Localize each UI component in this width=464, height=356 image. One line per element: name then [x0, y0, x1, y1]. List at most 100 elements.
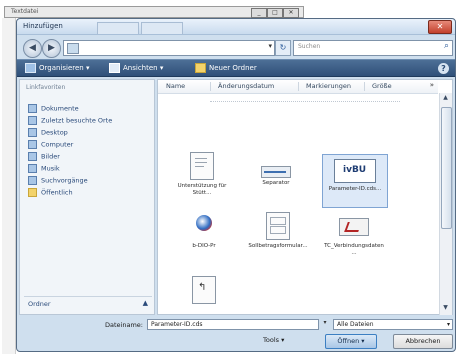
shortcut-icon: ↰	[192, 276, 216, 304]
column-header-date[interactable]: Änderungsdatum	[218, 82, 274, 90]
filename-label: Dateiname:	[105, 321, 143, 329]
scrollbar-thumb[interactable]	[441, 107, 452, 229]
favorite-links-header: Linkfavoriten	[26, 84, 66, 91]
organize-icon	[25, 63, 36, 73]
scroll-down-icon[interactable]: ▼	[440, 304, 451, 314]
organize-menu[interactable]: Organisieren ▾	[25, 63, 89, 73]
column-separator[interactable]	[364, 82, 365, 91]
search-placeholder: Suchen	[298, 43, 321, 50]
chevron-up-icon[interactable]: ▲	[143, 299, 148, 307]
new-folder-icon	[195, 63, 206, 73]
nav-item-label: Desktop	[41, 128, 68, 137]
tools-menu[interactable]: Tools ▾	[263, 336, 284, 344]
file-item[interactable]: Unterstützung für Stütt...	[172, 152, 232, 208]
recent-places-icon	[28, 116, 37, 125]
file-item[interactable]: ↰	[174, 276, 234, 306]
file-item[interactable]: b-DIO-Pr	[174, 212, 234, 268]
column-header-name[interactable]: Name	[166, 82, 185, 90]
desktop-icon	[28, 128, 37, 137]
title-tab-1	[97, 22, 139, 34]
file-item-label: Parameter-ID.cds...	[328, 186, 382, 192]
dialog-titlebar: Hinzufügen ✕	[17, 19, 455, 35]
nav-item-music[interactable]: Musik	[28, 164, 60, 174]
back-button[interactable]: ◀	[23, 39, 42, 58]
views-label: Ansichten ▾	[123, 64, 164, 72]
nav-item-label: Bilder	[41, 152, 60, 161]
file-item[interactable]: Separator	[246, 152, 306, 208]
maximize-button[interactable]: □	[267, 8, 283, 18]
file-item-label: Unterstützung für Stütt...	[177, 183, 227, 196]
filename-dropdown-icon[interactable]: ▾	[320, 319, 330, 330]
file-item-selected[interactable]: ivBU Parameter-ID.cds...	[322, 154, 388, 208]
nav-item-recent-places[interactable]: Zuletzt besuchte Orte	[28, 116, 112, 126]
pictures-icon	[28, 152, 37, 161]
chevron-down-icon[interactable]: ▾	[447, 320, 450, 330]
column-header-tags[interactable]: Markierungen	[306, 82, 351, 90]
column-separator[interactable]	[298, 82, 299, 91]
nav-item-label: Musik	[41, 164, 60, 173]
command-toolbar: Organisieren ▾ Ansichten ▾ Neuer Ordner …	[17, 59, 455, 77]
new-folder-button[interactable]: Neuer Ordner	[195, 63, 257, 73]
views-menu[interactable]: Ansichten ▾	[109, 63, 163, 73]
open-button[interactable]: Öffnen ▾	[325, 334, 377, 349]
computer-icon	[28, 140, 37, 149]
documents-icon	[28, 104, 37, 113]
close-button[interactable]: ✕	[283, 8, 299, 18]
nav-item-pictures[interactable]: Bilder	[28, 152, 60, 162]
background-window-title: Textdatei	[11, 8, 39, 15]
nav-item-searches[interactable]: Suchvorgänge	[28, 176, 88, 186]
folders-label: Ordner	[28, 300, 51, 308]
music-icon	[28, 164, 37, 173]
file-item[interactable]: Sollbetragsformular...	[248, 212, 308, 268]
background-window-edge	[2, 18, 16, 354]
forward-button[interactable]: ▶	[42, 39, 61, 58]
search-icon[interactable]: ⌕	[444, 41, 449, 51]
nav-item-desktop[interactable]: Desktop	[28, 128, 68, 138]
nav-item-public[interactable]: Öffentlich	[28, 188, 73, 198]
nav-item-label: Suchvorgänge	[41, 176, 88, 185]
searches-icon	[28, 176, 37, 185]
minimize-button[interactable]: _	[251, 8, 267, 18]
help-button[interactable]: ?	[438, 63, 449, 74]
nav-item-label: Computer	[41, 140, 74, 149]
file-item[interactable]: TC_Verbindungsdaten...	[324, 212, 384, 268]
dialog-footer: Dateiname: Parameter-ID.cds ▾ Alle Datei…	[17, 317, 455, 351]
column-separator[interactable]	[210, 82, 211, 91]
navigation-pane: Linkfavoriten Dokumente Zuletzt besuchte…	[19, 79, 155, 315]
form-icon	[266, 212, 290, 240]
file-open-dialog: Hinzufügen ✕ ◀ ▶ ▾ ↻ Suchen ⌕ Organisier…	[16, 18, 456, 352]
address-bar[interactable]: ▾	[63, 40, 275, 56]
file-type-select[interactable]: Alle Dateien ▾	[333, 319, 453, 330]
public-icon	[28, 188, 37, 197]
nav-item-computer[interactable]: Computer	[28, 140, 73, 150]
new-folder-label: Neuer Ordner	[209, 64, 257, 72]
nav-item-label: Dokumente	[41, 104, 79, 113]
header-subrow	[210, 95, 400, 102]
file-badge: ivBU	[343, 165, 367, 175]
column-header-size[interactable]: Größe	[372, 82, 392, 90]
nav-item-label: Öffentlich	[41, 188, 73, 197]
vertical-scrollbar[interactable]: ▲ ▼	[439, 93, 452, 315]
filename-input[interactable]: Parameter-ID.cds	[147, 319, 319, 330]
file-type-value: Alle Dateien	[337, 321, 374, 328]
scroll-up-icon[interactable]: ▲	[440, 94, 451, 104]
file-item-label: Separator	[262, 180, 290, 186]
views-icon	[109, 63, 120, 73]
search-input[interactable]: Suchen ⌕	[293, 40, 453, 56]
address-dropdown-icon[interactable]: ▾	[268, 42, 272, 50]
cancel-button[interactable]: Abbrechen	[393, 334, 453, 349]
file-item-label: Sollbetragsformular...	[248, 243, 308, 249]
mail-icon	[339, 218, 369, 236]
dialog-close-button[interactable]: ✕	[428, 20, 452, 34]
more-columns-icon[interactable]: »	[430, 81, 434, 89]
title-tab-2	[141, 22, 183, 34]
nav-item-documents[interactable]: Dokumente	[28, 104, 79, 114]
refresh-button[interactable]: ↻	[275, 40, 291, 56]
folders-toggle[interactable]: Ordner ▲	[24, 296, 152, 311]
separator-icon	[261, 166, 291, 178]
globe-icon	[193, 212, 215, 238]
background-window-titlebar: Textdatei _ □ ✕	[4, 6, 304, 18]
file-item-label: TC_Verbindungsdaten...	[324, 243, 384, 256]
spreadsheet-icon: ivBU	[334, 159, 376, 183]
address-row: ◀ ▶ ▾ ↻ Suchen ⌕	[17, 35, 455, 59]
